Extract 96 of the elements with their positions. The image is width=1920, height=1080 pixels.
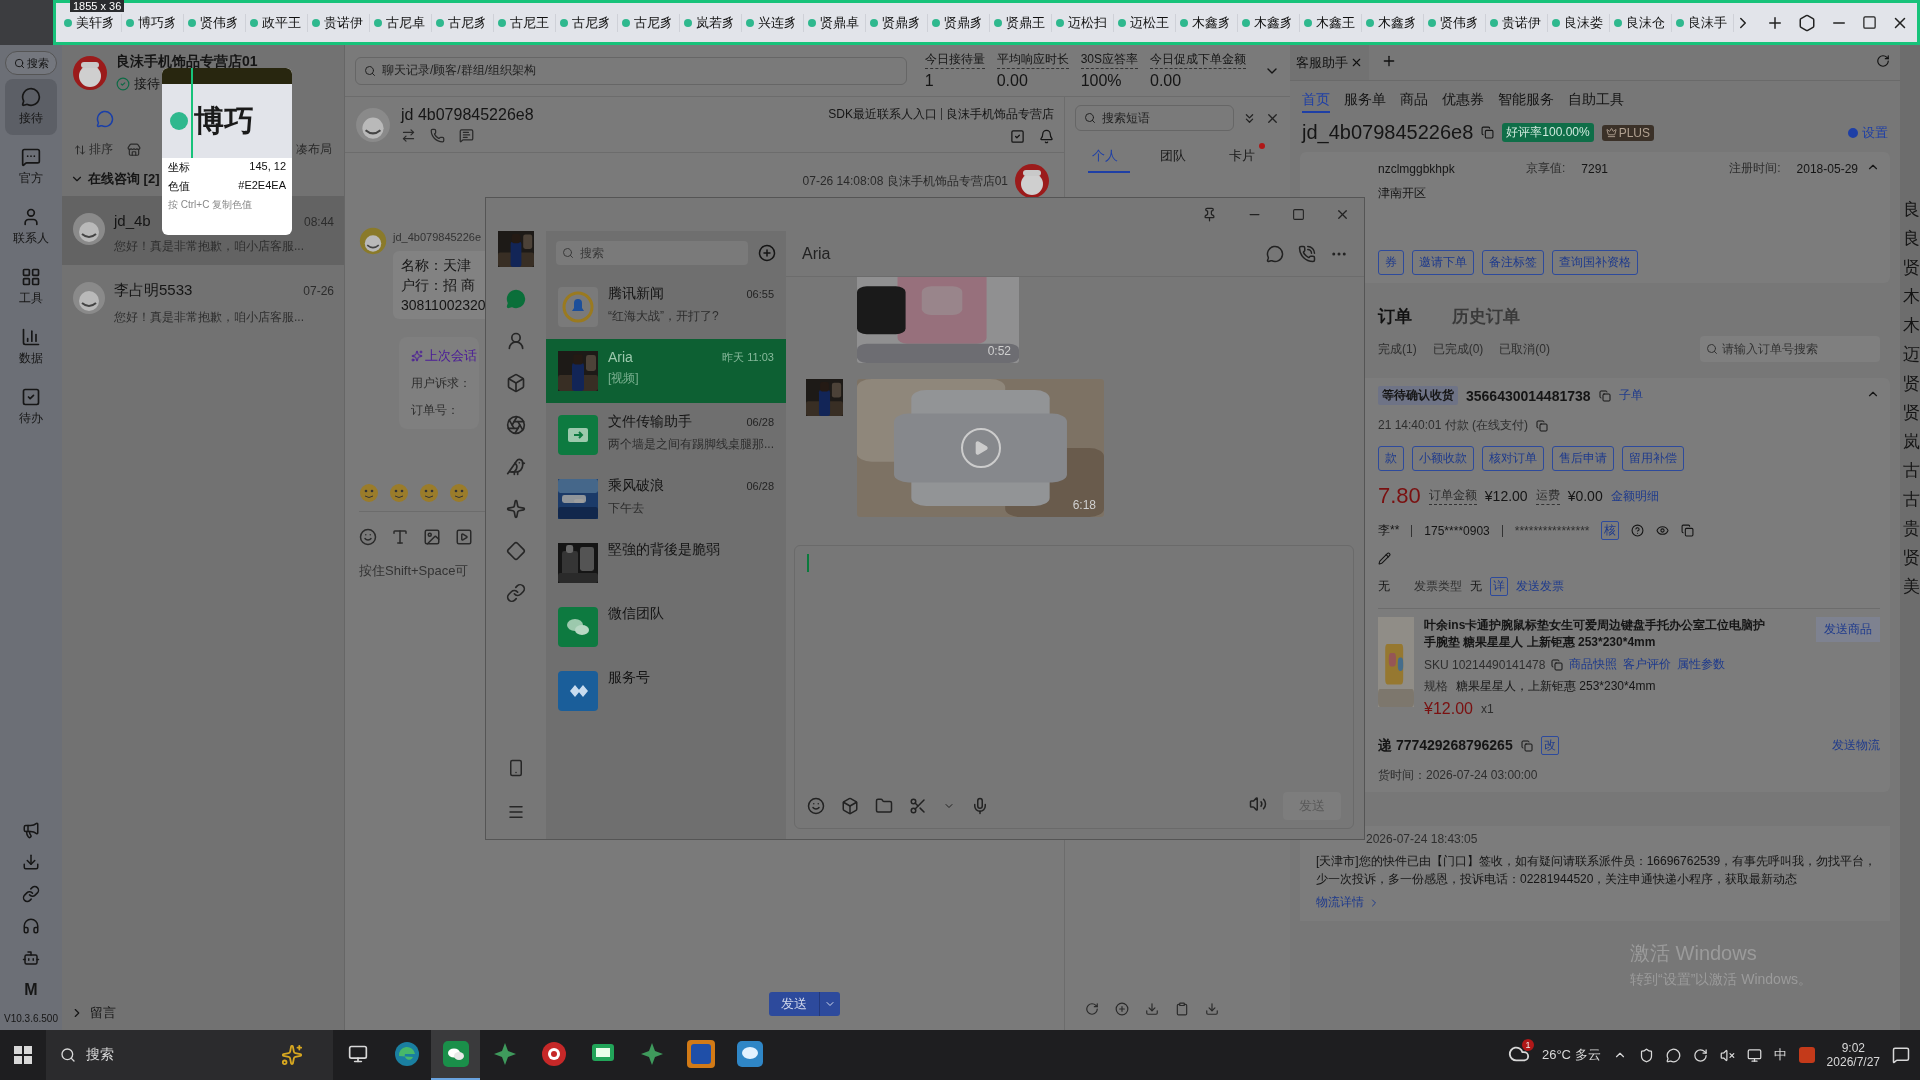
- conversation-name: 腾讯新闻: [608, 285, 664, 303]
- field-label: 京享值:: [1525, 160, 1566, 177]
- time-label: 07-26: [303, 284, 334, 298]
- price: 7.80: [1378, 483, 1421, 509]
- popup-hint: 按 Ctrl+C 复制色值: [167, 198, 254, 212]
- customer-id: jd_4b079845226e8: [1302, 121, 1474, 144]
- stat-label: 今日促成下单金额: [1150, 51, 1246, 69]
- summary-label: 用户诉求：: [411, 375, 472, 392]
- status-tag: 等待确认收货: [1378, 386, 1458, 405]
- field-label: 注册时间:: [1729, 160, 1781, 177]
- chat-title: Aria: [802, 244, 831, 263]
- tracking-time: 2026-07-24 18:43:05: [1365, 832, 1479, 846]
- contact-name-fragment: 岚: [1903, 431, 1920, 453]
- address-text: 津南开区: [1378, 185, 1427, 202]
- brand-letter: M: [24, 981, 38, 999]
- stat-value: 0.00: [1150, 72, 1183, 90]
- plus-badge: PLUS: [1601, 124, 1655, 141]
- popup-label: 坐标: [168, 160, 190, 175]
- rating-badge: 好评率100.00%: [1502, 123, 1594, 142]
- field-label: 运费: [1535, 487, 1560, 505]
- account-name: nzclmggbkhpk: [1378, 161, 1456, 176]
- buyer-name: 李**: [1378, 522, 1400, 539]
- stat-value: 0.00: [996, 72, 1029, 90]
- contact-name-fragment: 木: [1903, 286, 1920, 308]
- summary-label: 订单号：: [411, 402, 460, 419]
- stat-label: 30S应答率: [1080, 51, 1138, 69]
- shop-label: 良沫手机饰品专营店: [946, 105, 1054, 123]
- conversation-name: 服务号: [608, 669, 650, 687]
- product-price: ¥12.00: [1424, 700, 1473, 718]
- message-preview: 您好！真是非常抱歉，咱小店客服...: [114, 309, 305, 326]
- product-title: 叶余ins卡通护腕鼠标垫女生可爱周边键盘手托办公室工位电脑护手腕垫 糖果星星人 上新钜惠 253*230*4mm: [1424, 617, 1767, 651]
- time-label: 昨天 11:03: [722, 349, 774, 365]
- message-preview: “红海大战”，开打了?: [608, 308, 720, 325]
- quantity: x1: [1480, 702, 1494, 716]
- tracking-number: 递 777429268796265: [1378, 736, 1513, 755]
- capture-size-label: 1855 x 36: [70, 0, 125, 12]
- contact-name-fragment: 良: [1903, 228, 1920, 250]
- popup-value: 145, 12: [249, 160, 286, 174]
- phone-number: 175****0903: [1424, 523, 1490, 538]
- contact-name-fragment: 贤: [1903, 402, 1920, 424]
- ship-time: 货时间：2026-07-24 03:00:00: [1378, 767, 1539, 784]
- contact-name-fragment: 良: [1903, 199, 1920, 221]
- conversation-name: 文件传输助手: [608, 413, 692, 431]
- contact-name-fragment: 贤: [1903, 547, 1920, 569]
- contact-name: jd_4b: [114, 212, 151, 229]
- message-preview: 下午去: [608, 500, 645, 517]
- spec-label: 规格: [1424, 678, 1448, 695]
- field-label: 订单金额: [1428, 487, 1477, 505]
- video-duration: 6:18: [1072, 498, 1096, 512]
- message-meta: 07-26 14:08:08 良沫手机饰品专营店01: [802, 172, 1008, 190]
- field-value: ¥0.00: [1567, 488, 1603, 504]
- popup-label: 色值: [168, 179, 190, 194]
- shop-name: 良沫手机饰品专营店01: [116, 53, 258, 71]
- masked-address: ****************: [1514, 523, 1590, 538]
- magnified-text: 博巧: [194, 102, 254, 139]
- contact-name-fragment: 木: [1903, 315, 1920, 337]
- stat-value: 1: [924, 72, 935, 90]
- time-label: 06:55: [746, 288, 774, 300]
- contact-name-fragment: 迈: [1903, 344, 1920, 366]
- tracking-text: [天津市]您的快件已由【门口】签收，如有疑问请联系派件员：16696762539，有事先呼叫我，勿找平台，少一次投诉，多一份感恩，投诉电话：02281944520，关注申通快递小程序，获取最新动态: [1316, 853, 1878, 888]
- time-label: 06/28: [746, 416, 774, 428]
- sender-name: jd_4b079845226e: [393, 231, 482, 243]
- time-label: 06/28: [746, 480, 774, 492]
- message-preview: 两个墙是之间有踢脚线桌腿那...: [608, 436, 774, 453]
- payment-info: 21 14:40:01 付款 (在线支付): [1378, 417, 1529, 434]
- customer-name: jd 4b079845226e8: [401, 106, 534, 124]
- popup-value: #E2E4EA: [238, 179, 286, 193]
- field-label: 发票类型: [1414, 578, 1462, 595]
- contact-name-fragment: 美: [1903, 576, 1920, 598]
- stat-label: 今日接待量: [924, 51, 985, 69]
- contact-name-fragment: 贤: [1903, 257, 1920, 279]
- conversation-name: 堅強的背後是脆弱: [608, 541, 720, 559]
- contact-name: 李占明5533: [114, 281, 193, 300]
- stat-value: 100%: [1080, 72, 1123, 90]
- contact-name-fragment: 古: [1903, 489, 1920, 511]
- summary-title: 上次会话: [425, 347, 477, 365]
- contact-name-fragment: 古: [1903, 460, 1920, 482]
- conversation-name: 乘风破浪: [608, 477, 664, 495]
- sku-label: SKU 10214490141478: [1424, 657, 1546, 672]
- conversation-name: 微信团队: [608, 605, 664, 623]
- order-number: 3566430014481738: [1466, 387, 1591, 404]
- field-value: ¥12.00: [1484, 488, 1528, 504]
- video-duration: 0:52: [987, 344, 1011, 358]
- contact-name-fragment: 贵: [1903, 518, 1920, 540]
- conversation-name: Aria: [608, 349, 633, 365]
- stat-label: 平均响应时长: [996, 51, 1069, 69]
- source-label: SDK最近联系人入口: [828, 105, 937, 123]
- weather-badge: 1: [1521, 1038, 1534, 1051]
- field-value: 无: [1470, 578, 1482, 595]
- message-preview: [视频]: [608, 370, 640, 387]
- field-value: 7291: [1581, 161, 1609, 176]
- contact-name-fragment: 贤: [1903, 373, 1920, 395]
- spec-value: 糖果星星人，上新钜惠 253*230*4mm: [1456, 678, 1656, 695]
- version-label: V10.3.6.500: [4, 1013, 58, 1024]
- invoice-value: 无: [1378, 578, 1390, 595]
- field-value: 2018-05-29: [1796, 161, 1858, 176]
